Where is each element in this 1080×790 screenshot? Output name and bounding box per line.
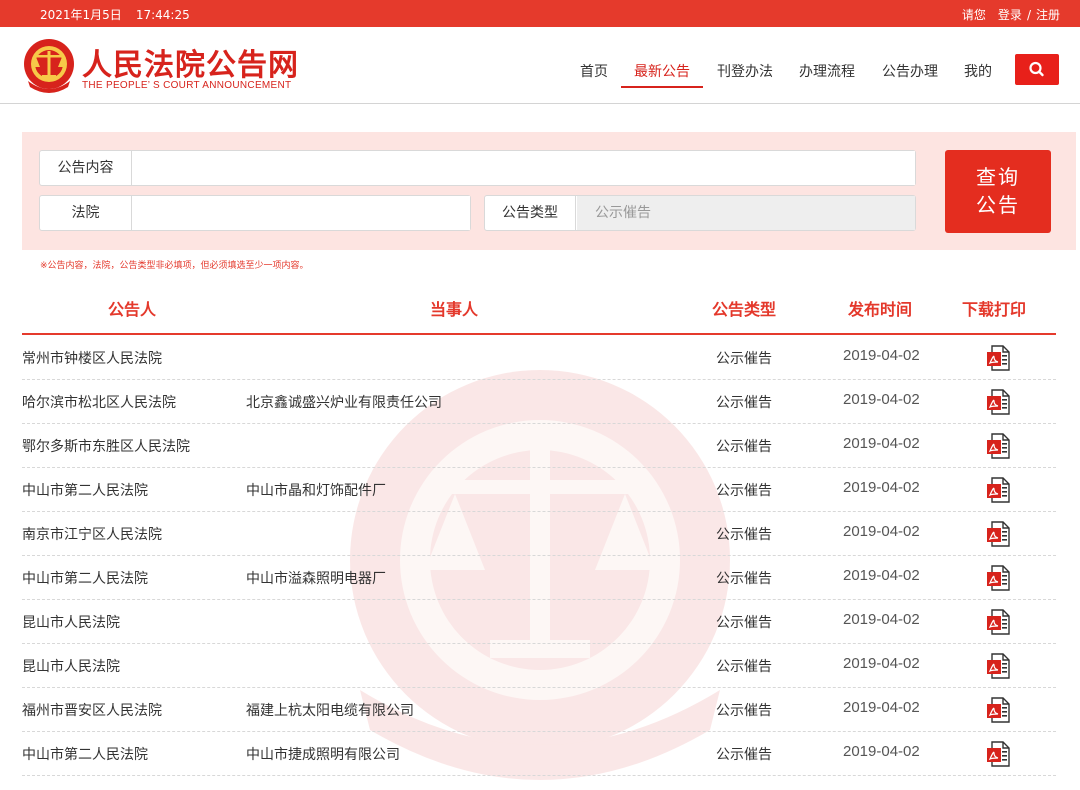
row-announcer[interactable]: 中山市第二人民法院: [22, 480, 148, 500]
row-date: 2019-04-02: [843, 611, 920, 628]
row-party[interactable]: 中山市溢森照明电器厂: [246, 568, 386, 588]
query-button-line2: 公告: [976, 193, 1020, 217]
table-row[interactable]: 哈尔滨市松北区人民法院 北京鑫诚盛兴炉业有限责任公司 公示催告 2019-04-02: [22, 380, 1056, 424]
content-label: 公告内容: [40, 151, 132, 185]
row-date: 2019-04-02: [843, 347, 920, 364]
column-header-type[interactable]: 公告类型: [712, 296, 776, 320]
row-type: 公示催告: [716, 527, 772, 543]
type-select[interactable]: 公示催告: [577, 196, 915, 230]
column-header-download[interactable]: 下载打印: [962, 296, 1026, 320]
table-row[interactable]: 鄂尔多斯市东胜区人民法院 公示催告 2019-04-02: [22, 424, 1056, 468]
greeting-text: 请您: [961, 8, 986, 22]
table-row[interactable]: 福州市晋安区人民法院 福建上杭太阳电缆有限公司 公示催告 2019-04-02: [22, 688, 1056, 732]
row-announcer[interactable]: 鄂尔多斯市东胜区人民法院: [22, 436, 190, 456]
nav-mine[interactable]: 我的: [964, 61, 992, 81]
column-header-date[interactable]: 发布时间: [848, 296, 912, 320]
type-field[interactable]: 公告类型 公示催告: [484, 195, 916, 231]
header-search-button[interactable]: [1015, 54, 1059, 85]
table-row[interactable]: 中山市第二人民法院 中山市捷成照明有限公司 公示催告 2019-04-02: [22, 732, 1056, 776]
row-date: 2019-04-02: [843, 655, 920, 672]
row-announcer[interactable]: 昆山市人民法院: [22, 656, 120, 676]
row-party[interactable]: 中山市晶和灯饰配件厂: [246, 480, 386, 500]
content-field[interactable]: 公告内容: [39, 150, 916, 186]
row-announcer[interactable]: 南京市江宁区人民法院: [22, 524, 162, 544]
pdf-icon[interactable]: [986, 477, 1010, 503]
current-date: 2021年1月5日: [40, 8, 122, 22]
row-type: 公示催告: [716, 571, 772, 587]
row-party[interactable]: 福建上杭太阳电缆有限公司: [246, 700, 414, 720]
content-input[interactable]: [133, 151, 915, 185]
main-nav: 首页 最新公告 刊登办法 办理流程 公告办理 我的: [0, 61, 1080, 91]
row-type: 公示催告: [716, 747, 772, 763]
table-row[interactable]: 常州市钟楼区人民法院 公示催告 2019-04-02: [22, 336, 1056, 380]
query-button-line1: 查询: [976, 165, 1020, 189]
court-field[interactable]: 法院: [39, 195, 471, 231]
row-date: 2019-04-02: [843, 479, 920, 496]
row-date: 2019-04-02: [843, 391, 920, 408]
row-type: 公示催告: [716, 439, 772, 455]
row-date: 2019-04-02: [843, 435, 920, 452]
search-icon: [1029, 61, 1044, 77]
search-panel: 公告内容 法院 公告类型 公示催告 查询 公告: [22, 132, 1076, 250]
announcement-list: 常州市钟楼区人民法院 公示催告 2019-04-02 哈尔滨市松北区人民法院 北京鑫诚盛…: [22, 336, 1056, 776]
table-row[interactable]: 昆山市人民法院 公示催告 2019-04-02: [22, 600, 1056, 644]
row-date: 2019-04-02: [843, 743, 920, 760]
datetime: 2021年1月5日 17:44:25: [40, 6, 190, 23]
pdf-icon[interactable]: [986, 389, 1010, 415]
column-header-announcer[interactable]: 公告人: [108, 296, 156, 320]
row-type: 公示催告: [716, 483, 772, 499]
site-header: 人民法院公告网 THE PEOPLE’ S COURT ANNOUNCEMENT…: [0, 27, 1080, 104]
nav-latest[interactable]: 最新公告: [634, 61, 690, 81]
pdf-icon[interactable]: [986, 345, 1010, 371]
row-party[interactable]: 中山市捷成照明有限公司: [246, 744, 400, 764]
court-input[interactable]: [133, 196, 470, 230]
pdf-icon[interactable]: [986, 521, 1010, 547]
row-type: 公示催告: [716, 395, 772, 411]
row-type: 公示催告: [716, 351, 772, 367]
account-links: 请您 登录 / 注册: [962, 6, 1060, 23]
table-row[interactable]: 中山市第二人民法院 中山市溢森照明电器厂 公示催告 2019-04-02: [22, 556, 1056, 600]
separator: /: [1026, 8, 1031, 22]
type-label: 公告类型: [485, 196, 576, 230]
table-header: 公告人 当事人 公告类型 发布时间 下载打印: [22, 290, 1056, 335]
register-link[interactable]: 注册: [1036, 8, 1060, 22]
login-link[interactable]: 登录: [998, 8, 1022, 22]
search-note: ※公告内容，法院，公告类型非必填项，但必须填选至少一项内容。: [40, 261, 309, 271]
row-date: 2019-04-02: [843, 567, 920, 584]
row-announcer[interactable]: 福州市晋安区人民法院: [22, 700, 162, 720]
nav-process[interactable]: 办理流程: [799, 61, 855, 81]
pdf-icon[interactable]: [986, 741, 1010, 767]
row-date: 2019-04-02: [843, 523, 920, 540]
row-type: 公示催告: [716, 615, 772, 631]
pdf-icon[interactable]: [986, 653, 1010, 679]
nav-active-indicator: [621, 86, 703, 88]
table-row[interactable]: 昆山市人民法院 公示催告 2019-04-02: [22, 644, 1056, 688]
pdf-icon[interactable]: [986, 433, 1010, 459]
nav-home[interactable]: 首页: [580, 61, 608, 81]
row-type: 公示催告: [716, 703, 772, 719]
row-announcer[interactable]: 中山市第二人民法院: [22, 568, 148, 588]
row-type: 公示催告: [716, 659, 772, 675]
row-announcer[interactable]: 中山市第二人民法院: [22, 744, 148, 764]
nav-publish-method[interactable]: 刊登办法: [717, 61, 773, 81]
row-party[interactable]: 北京鑫诚盛兴炉业有限责任公司: [246, 392, 442, 412]
row-date: 2019-04-02: [843, 699, 920, 716]
top-bar: 2021年1月5日 17:44:25 请您 登录 / 注册: [0, 0, 1080, 27]
query-button[interactable]: 查询 公告: [945, 150, 1051, 233]
court-label: 法院: [40, 196, 132, 230]
pdf-icon[interactable]: [986, 697, 1010, 723]
current-time: 17:44:25: [135, 8, 190, 22]
row-announcer[interactable]: 常州市钟楼区人民法院: [22, 348, 162, 368]
row-announcer[interactable]: 昆山市人民法院: [22, 612, 120, 632]
table-row[interactable]: 中山市第二人民法院 中山市晶和灯饰配件厂 公示催告 2019-04-02: [22, 468, 1056, 512]
table-row[interactable]: 南京市江宁区人民法院 公示催告 2019-04-02: [22, 512, 1056, 556]
column-header-party[interactable]: 当事人: [430, 296, 478, 320]
row-announcer[interactable]: 哈尔滨市松北区人民法院: [22, 392, 176, 412]
nav-handle[interactable]: 公告办理: [882, 61, 938, 81]
pdf-icon[interactable]: [986, 609, 1010, 635]
pdf-icon[interactable]: [986, 565, 1010, 591]
